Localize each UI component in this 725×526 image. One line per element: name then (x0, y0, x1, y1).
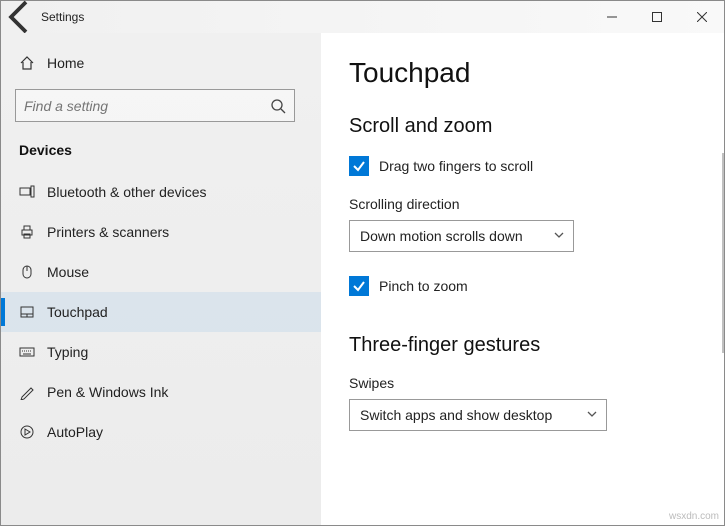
checkbox-drag-scroll[interactable]: Drag two fingers to scroll (349, 156, 696, 176)
titlebar: Settings (1, 1, 724, 33)
close-button[interactable] (679, 1, 724, 33)
dropdown-value: Down motion scrolls down (360, 228, 523, 244)
swipes-dropdown[interactable]: Switch apps and show desktop (349, 399, 607, 431)
sidebar-item-bluetooth[interactable]: Bluetooth & other devices (1, 172, 321, 212)
sidebar-item-pen[interactable]: Pen & Windows Ink (1, 372, 321, 412)
sidebar-item-mouse[interactable]: Mouse (1, 252, 321, 292)
touchpad-icon (19, 304, 47, 320)
pen-icon (19, 384, 47, 400)
arrow-left-icon (1, 0, 41, 37)
scrolling-direction-dropdown[interactable]: Down motion scrolls down (349, 220, 574, 252)
keyboard-icon (19, 344, 47, 360)
autoplay-icon (19, 424, 47, 440)
main-panel: Touchpad Scroll and zoom Drag two finger… (321, 33, 724, 525)
scrolling-direction-label: Scrolling direction (349, 196, 696, 212)
sidebar-item-label: Pen & Windows Ink (47, 384, 168, 400)
sidebar-item-label: AutoPlay (47, 424, 103, 440)
settings-window: Settings Home (0, 0, 725, 526)
sidebar-item-autoplay[interactable]: AutoPlay (1, 412, 321, 452)
home-icon (19, 55, 47, 71)
checkbox-checked-icon (349, 156, 369, 176)
sidebar-item-label: Touchpad (47, 304, 108, 320)
checkbox-pinch-zoom[interactable]: Pinch to zoom (349, 276, 696, 296)
sidebar-item-label: Mouse (47, 264, 89, 280)
close-icon (697, 12, 707, 22)
search-icon (270, 98, 286, 114)
mouse-icon (19, 264, 47, 280)
sidebar-item-typing[interactable]: Typing (1, 332, 321, 372)
sidebar-item-label: Printers & scanners (47, 224, 169, 240)
section-three-finger-title: Three-finger gestures (349, 334, 696, 357)
checkbox-label: Pinch to zoom (379, 278, 468, 294)
dropdown-value: Switch apps and show desktop (360, 407, 552, 423)
page-title: Touchpad (349, 57, 696, 89)
sidebar-item-label: Bluetooth & other devices (47, 184, 207, 200)
sidebar-section-title: Devices (1, 134, 321, 172)
sidebar: Home Devices Bluetooth & other devices (1, 33, 321, 525)
checkbox-label: Drag two fingers to scroll (379, 158, 533, 174)
checkbox-checked-icon (349, 276, 369, 296)
devices-icon (19, 184, 47, 200)
search-input[interactable] (24, 98, 270, 114)
maximize-button[interactable] (634, 1, 679, 33)
sidebar-item-touchpad[interactable]: Touchpad (1, 292, 321, 332)
home-nav[interactable]: Home (1, 43, 321, 83)
scrollbar[interactable] (722, 153, 724, 353)
window-title: Settings (41, 10, 84, 24)
search-container (1, 83, 321, 134)
back-button[interactable] (1, 1, 41, 33)
minimize-button[interactable] (589, 1, 634, 33)
chevron-down-icon (553, 228, 565, 244)
sidebar-item-label: Typing (47, 344, 88, 360)
window-body: Home Devices Bluetooth & other devices (1, 33, 724, 525)
sidebar-item-printers[interactable]: Printers & scanners (1, 212, 321, 252)
swipes-label: Swipes (349, 375, 696, 391)
watermark: wsxdn.com (669, 511, 719, 522)
home-label: Home (47, 55, 84, 71)
search-input-wrap[interactable] (15, 89, 295, 122)
printer-icon (19, 224, 47, 240)
section-scroll-zoom-title: Scroll and zoom (349, 115, 696, 138)
minimize-icon (607, 12, 617, 22)
maximize-icon (652, 12, 662, 22)
chevron-down-icon (586, 407, 598, 423)
